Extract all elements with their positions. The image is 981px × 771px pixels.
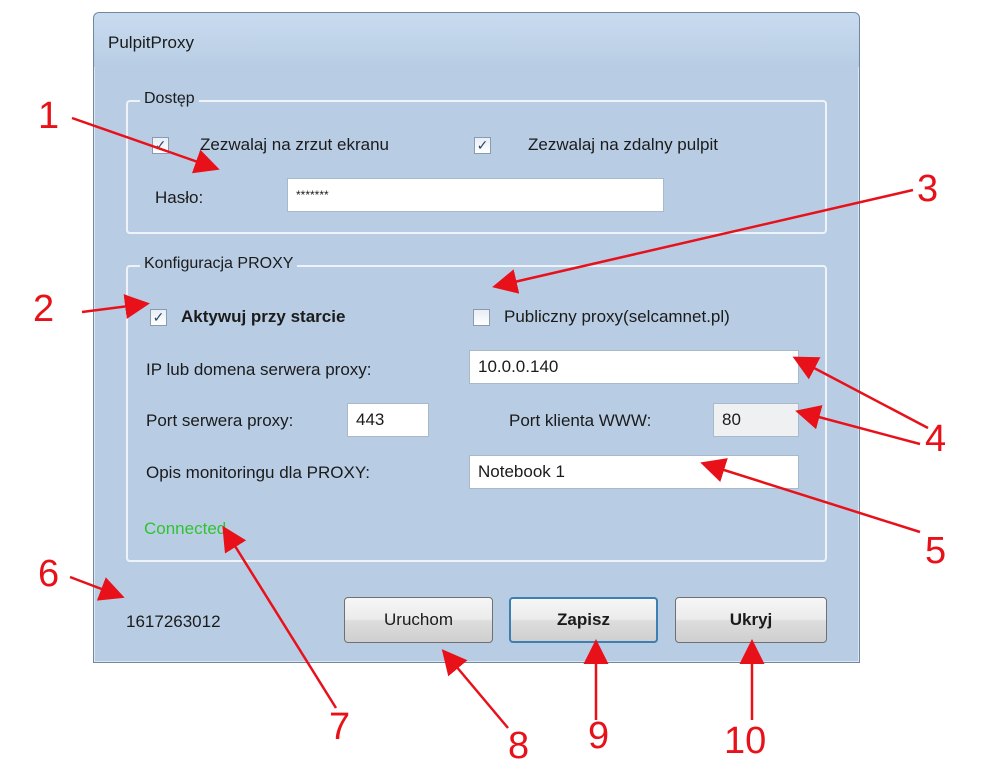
annotation-4: 4 [925,418,947,460]
annotation-9: 9 [588,715,610,757]
annotation-3: 3 [917,168,939,210]
annotation-6: 6 [38,553,60,595]
annotation-2: 2 [33,288,55,330]
annotation-5: 5 [925,530,947,572]
arrow-8 [441,649,509,729]
arrow-1 [71,116,220,174]
annotation-7: 7 [329,706,351,748]
annotation-1: 1 [38,95,60,137]
annotation-8: 8 [508,725,530,767]
arrow-2 [81,294,150,319]
annotation-10: 10 [724,720,767,762]
arrow-7 [222,525,338,709]
annotation-arrows [69,116,929,729]
arrow-4b [795,405,921,446]
arrow-5 [700,458,921,534]
arrow-3 [492,188,914,294]
arrow-6 [69,575,125,601]
